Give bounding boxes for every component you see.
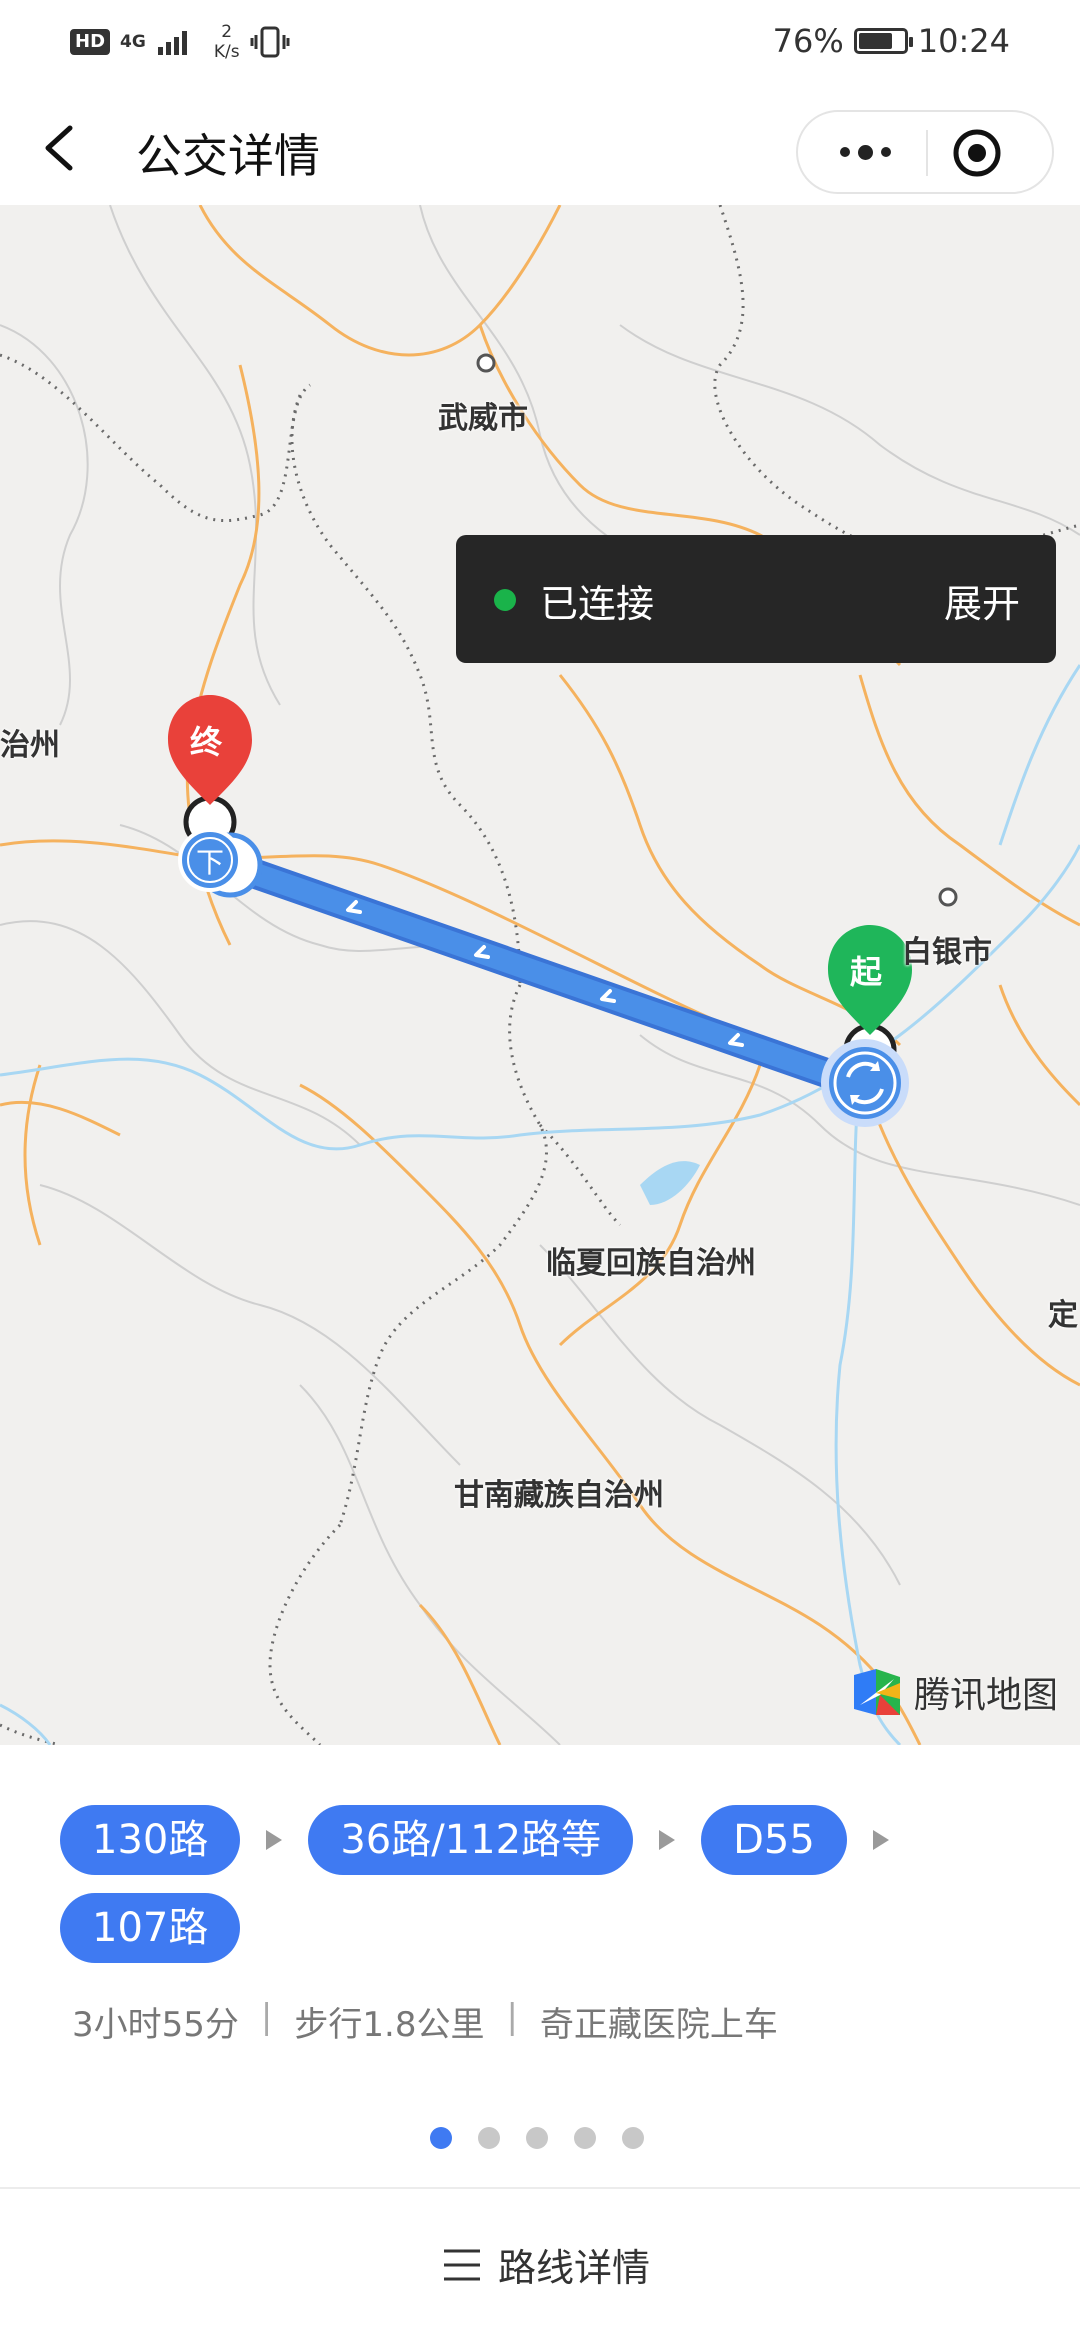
speed-unit: K/s	[213, 42, 240, 62]
panel-divider	[0, 2187, 1080, 2189]
target-circle-icon[interactable]	[948, 124, 1006, 182]
city-label-gannan: 甘南藏族自治州	[454, 1478, 664, 1513]
route-line-row: 130路 36路/112路等 D55	[60, 1803, 1040, 1877]
chevron-left-icon[interactable]	[36, 120, 86, 175]
route-detail-label: 路线详情	[498, 2246, 651, 2290]
expand-button[interactable]: 展开	[944, 573, 1020, 628]
route-board: 奇正藏医院上车	[539, 2005, 778, 2045]
pager-dot[interactable]	[526, 2127, 548, 2149]
route-arrow-icon	[266, 1830, 283, 1850]
vibrate-icon	[250, 26, 290, 58]
route-walk: 步行1.8公里	[294, 2005, 485, 2045]
mini-program-capsule	[796, 110, 1054, 194]
map-base	[0, 205, 1080, 1745]
hd-icon: HD	[70, 29, 111, 55]
route-chip-107[interactable]: 107路	[60, 1893, 241, 1963]
route-chip-36-112[interactable]: 36路/112路等	[308, 1805, 634, 1875]
pager-dots	[430, 2127, 644, 2149]
route-lines: 130路 36路/112路等 D55 107路	[60, 1803, 1040, 1979]
status-left: HD 4G 2 K/s	[70, 22, 290, 62]
route-detail-button[interactable]: 路线详情	[440, 2237, 650, 2292]
route-arrow-icon	[872, 1830, 889, 1850]
route-panel: 130路 36路/112路等 D55 107路 3小时55分 | 步行1.8公里…	[0, 1745, 1080, 2340]
city-label-ding: 定	[1048, 1298, 1078, 1333]
battery-percent: 76%	[772, 22, 844, 60]
pager-dot[interactable]	[430, 2127, 452, 2149]
route-duration: 3小时55分	[72, 2005, 239, 2045]
route-chip-130[interactable]: 130路	[60, 1805, 241, 1875]
connected-status-dot	[494, 589, 516, 611]
city-label-baiyin: 白银市	[902, 935, 992, 970]
battery-fill	[858, 33, 892, 49]
clock: 10:24	[917, 22, 1010, 60]
route-arrow-icon	[659, 1830, 676, 1850]
summary-separator: |	[260, 1997, 273, 2037]
map-brand: 腾讯地图	[850, 1665, 1058, 1719]
route-chip-d55[interactable]: D55	[701, 1805, 847, 1875]
route-line-row: 107路	[60, 1891, 1040, 1965]
alight-marker-label: 下	[196, 846, 225, 879]
more-dots-icon[interactable]	[820, 112, 910, 192]
pager-dot[interactable]	[574, 2127, 596, 2149]
city-label-linxia: 临夏回族自治州	[546, 1246, 756, 1281]
battery-icon	[853, 28, 913, 54]
end-marker-label: 终	[190, 723, 223, 761]
city-label-wuwei: 武威市	[438, 401, 528, 436]
network-type: 4G	[120, 32, 146, 52]
capsule-divider	[926, 130, 928, 176]
signal-icon	[157, 31, 187, 55]
connection-status: 已连接	[540, 582, 655, 626]
connection-banner: 已连接 展开	[456, 535, 1056, 663]
pager-dot[interactable]	[622, 2127, 644, 2149]
pager-dot[interactable]	[478, 2127, 500, 2149]
speed-value: 2	[221, 22, 233, 42]
map-brand-text: 腾讯地图	[914, 1675, 1059, 1716]
status-right: 76% 10:24	[773, 22, 1010, 60]
network-speed: 2 K/s	[214, 22, 240, 62]
summary-separator: |	[506, 1997, 518, 2037]
status-bar: HD 4G 2 K/s 76% 10:24	[0, 0, 1080, 90]
map-view[interactable]: 武威市 治州 白银市 临夏回族自治州 甘南藏族自治州 定 终 起 下 已连接 展…	[0, 205, 1080, 1745]
city-label-zhizhou: 治州	[0, 728, 60, 763]
list-icon	[444, 2249, 480, 2280]
route-summary: 3小时55分 | 步行1.8公里 | 奇正藏医院上车	[72, 1997, 778, 2046]
page-title: 公交详情	[136, 129, 320, 183]
nav-bar: 公交详情	[0, 90, 1080, 205]
start-marker-label: 起	[850, 953, 883, 991]
tencent-map-logo-icon	[854, 1669, 900, 1715]
